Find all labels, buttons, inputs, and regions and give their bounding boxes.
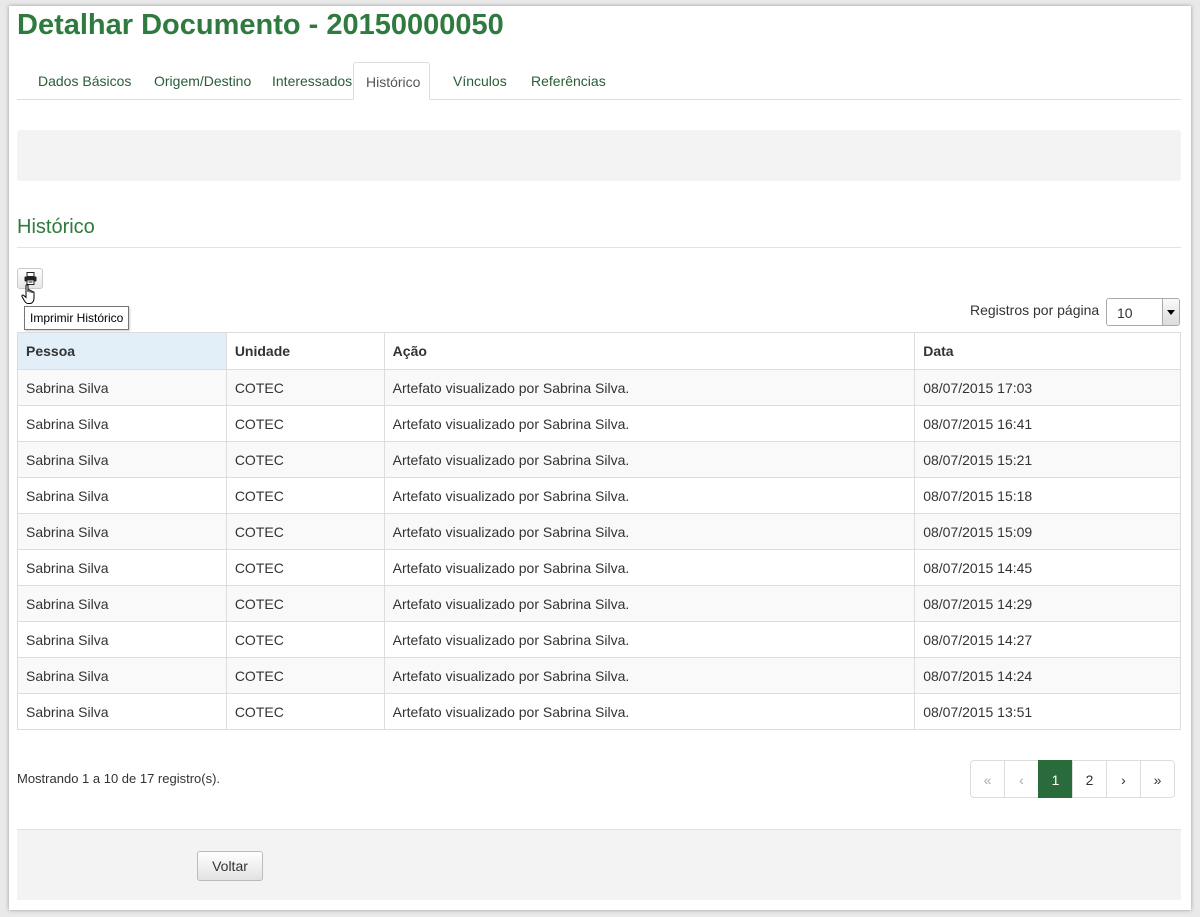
cell-acao: Artefato visualizado por Sabrina Silva. xyxy=(383,369,916,406)
table-row: Sabrina Silva COTEC Artefato visualizado p… xyxy=(17,477,1181,514)
history-table: Pessoa Unidade Ação Data Sabrina Silva CO… xyxy=(17,332,1181,730)
cell-data: 08/07/2015 16:41 xyxy=(914,405,1181,442)
footer-bar: Voltar xyxy=(17,829,1181,900)
cell-acao: Artefato visualizado por Sabrina Silva. xyxy=(383,441,916,478)
cell-acao: Artefato visualizado por Sabrina Silva. xyxy=(383,405,916,442)
per-page-label: Registros por página xyxy=(970,302,1100,318)
cell-pessoa: Sabrina Silva xyxy=(17,621,227,658)
cell-pessoa: Sabrina Silva xyxy=(17,441,227,478)
tab-vinculos[interactable]: Vínculos xyxy=(441,62,519,99)
cell-data: 08/07/2015 14:45 xyxy=(914,549,1181,586)
tab-dados-basicos[interactable]: Dados Básicos xyxy=(26,62,143,99)
print-tooltip: Imprimir Histórico xyxy=(24,306,130,330)
back-button[interactable]: Voltar xyxy=(197,851,263,881)
cell-pessoa: Sabrina Silva xyxy=(17,369,227,406)
tab-interessados[interactable]: Interessados xyxy=(260,62,364,99)
cell-unidade: COTEC xyxy=(225,585,385,622)
table-row: Sabrina Silva COTEC Artefato visualizado p… xyxy=(17,405,1181,442)
next-page-button[interactable]: › xyxy=(1106,760,1141,798)
cell-unidade: COTEC xyxy=(225,621,385,658)
pagination: « ‹ 1 2 › » xyxy=(970,760,1175,798)
cell-acao: Artefato visualizado por Sabrina Silva. xyxy=(383,621,916,658)
cell-acao: Artefato visualizado por Sabrina Silva. xyxy=(383,693,916,730)
cell-data: 08/07/2015 13:51 xyxy=(914,693,1181,730)
cell-pessoa: Sabrina Silva xyxy=(17,513,227,550)
cell-data: 08/07/2015 14:27 xyxy=(914,621,1181,658)
document-window: Detalhar Documento - 20150000050 Dados B… xyxy=(9,6,1191,910)
cell-pessoa: Sabrina Silva xyxy=(17,657,227,694)
per-page-select[interactable]: 10 xyxy=(1106,298,1180,326)
cell-pessoa: Sabrina Silva xyxy=(17,549,227,586)
table-row: Sabrina Silva COTEC Artefato visualizado p… xyxy=(17,693,1181,730)
cell-data: 08/07/2015 14:29 xyxy=(914,585,1181,622)
section-divider xyxy=(17,247,1181,248)
cell-unidade: COTEC xyxy=(225,513,385,550)
table-row: Sabrina Silva COTEC Artefato visualizado p… xyxy=(17,549,1181,586)
table-row: Sabrina Silva COTEC Artefato visualizado p… xyxy=(17,657,1181,694)
cell-data: 08/07/2015 14:24 xyxy=(914,657,1181,694)
hand-cursor-icon xyxy=(21,284,35,304)
column-header-acao[interactable]: Ação xyxy=(383,332,916,370)
table-header-row: Pessoa Unidade Ação Data xyxy=(17,332,1181,370)
table-row: Sabrina Silva COTEC Artefato visualizado p… xyxy=(17,513,1181,550)
cell-acao: Artefato visualizado por Sabrina Silva. xyxy=(383,513,916,550)
cell-data: 08/07/2015 15:18 xyxy=(914,477,1181,514)
cell-pessoa: Sabrina Silva xyxy=(17,585,227,622)
cell-acao: Artefato visualizado por Sabrina Silva. xyxy=(383,657,916,694)
column-header-pessoa[interactable]: Pessoa xyxy=(17,332,227,370)
cell-acao: Artefato visualizado por Sabrina Silva. xyxy=(383,585,916,622)
cell-unidade: COTEC xyxy=(225,405,385,442)
table-row: Sabrina Silva COTEC Artefato visualizado p… xyxy=(17,621,1181,658)
page-2-button[interactable]: 2 xyxy=(1072,760,1107,798)
page-title: Detalhar Documento - 20150000050 xyxy=(17,9,504,41)
cell-unidade: COTEC xyxy=(225,657,385,694)
per-page-value: 10 xyxy=(1117,305,1133,321)
cell-data: 08/07/2015 15:09 xyxy=(914,513,1181,550)
cell-pessoa: Sabrina Silva xyxy=(17,693,227,730)
last-page-button[interactable]: » xyxy=(1140,760,1175,798)
column-header-data[interactable]: Data xyxy=(914,332,1181,370)
cell-data: 08/07/2015 15:21 xyxy=(914,441,1181,478)
first-page-button[interactable]: « xyxy=(970,760,1005,798)
cell-unidade: COTEC xyxy=(225,693,385,730)
table-body: Sabrina Silva COTEC Artefato visualizado p… xyxy=(17,369,1181,730)
page-1-button[interactable]: 1 xyxy=(1038,760,1073,798)
cell-unidade: COTEC xyxy=(225,369,385,406)
cell-unidade: COTEC xyxy=(225,477,385,514)
tab-historico[interactable]: Histórico xyxy=(353,62,430,100)
cell-data: 08/07/2015 17:03 xyxy=(914,369,1181,406)
info-panel xyxy=(17,130,1181,181)
table-row: Sabrina Silva COTEC Artefato visualizado p… xyxy=(17,585,1181,622)
cell-acao: Artefato visualizado por Sabrina Silva. xyxy=(383,549,916,586)
cell-pessoa: Sabrina Silva xyxy=(17,405,227,442)
records-summary: Mostrando 1 a 10 de 17 registro(s). xyxy=(17,771,221,786)
tab-referencias[interactable]: Referências xyxy=(519,62,618,99)
prev-page-button[interactable]: ‹ xyxy=(1004,760,1039,798)
cell-unidade: COTEC xyxy=(225,549,385,586)
table-row: Sabrina Silva COTEC Artefato visualizado p… xyxy=(17,441,1181,478)
cell-unidade: COTEC xyxy=(225,441,385,478)
table-row: Sabrina Silva COTEC Artefato visualizado p… xyxy=(17,369,1181,406)
tab-bar: Dados Básicos Origem/Destino Interessado… xyxy=(17,62,1181,100)
section-title: Histórico xyxy=(17,216,95,238)
cell-pessoa: Sabrina Silva xyxy=(17,477,227,514)
cell-acao: Artefato visualizado por Sabrina Silva. xyxy=(383,477,916,514)
column-header-unidade[interactable]: Unidade xyxy=(225,332,385,370)
tab-origem-destino[interactable]: Origem/Destino xyxy=(142,62,263,99)
chevron-down-icon[interactable] xyxy=(1162,299,1179,325)
